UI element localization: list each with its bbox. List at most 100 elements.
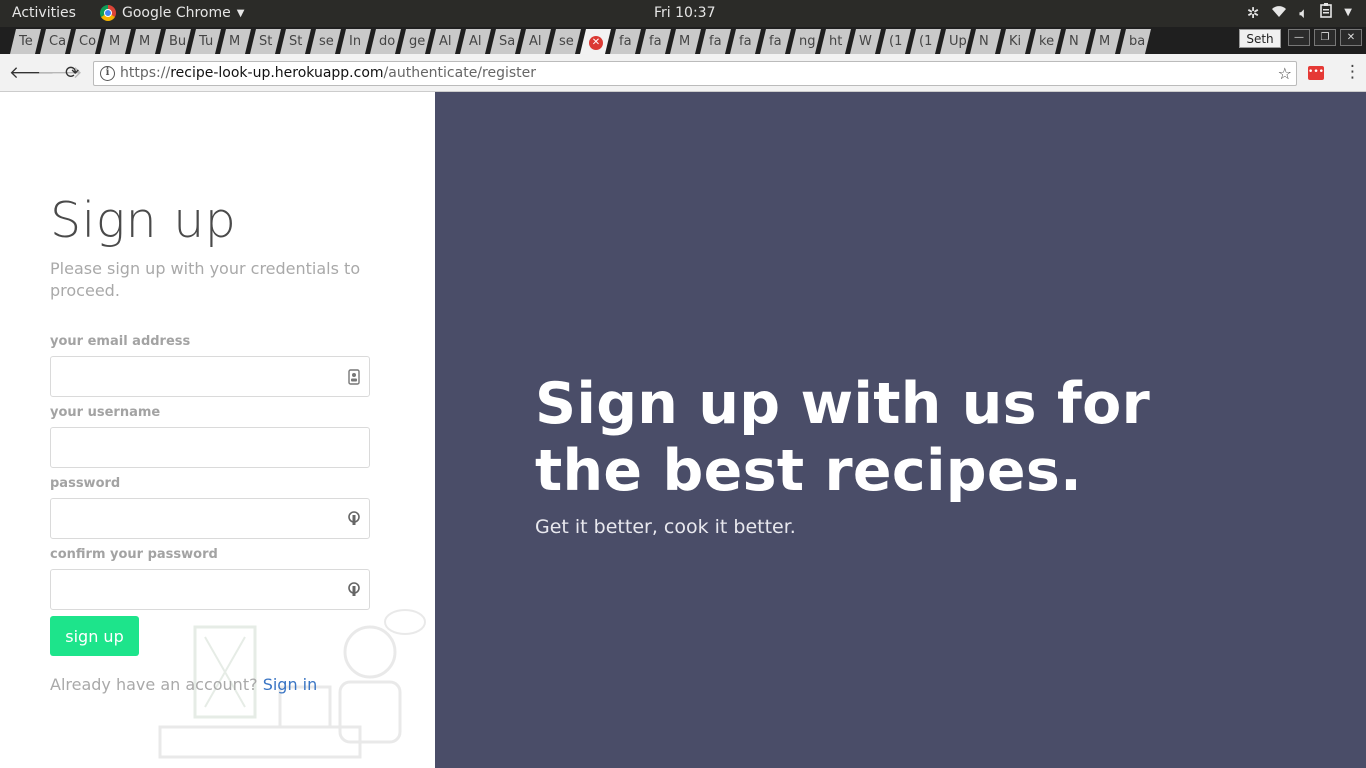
browser-tab[interactable]: Sa	[490, 29, 521, 54]
browser-tab[interactable]: fa	[700, 29, 731, 54]
browser-tab-label: N	[979, 34, 989, 49]
browser-tab[interactable]: M	[100, 29, 131, 54]
browser-tab[interactable]: Co	[70, 29, 101, 54]
browser-tab-label: fa	[619, 34, 632, 49]
browser-tab-label: ng	[799, 34, 816, 49]
browser-tab-label: Ca	[49, 34, 67, 49]
username-field[interactable]	[51, 428, 369, 467]
browser-tab[interactable]: se	[310, 29, 341, 54]
browser-tab[interactable]: Al	[460, 29, 491, 54]
browser-tab-label: M	[109, 34, 121, 49]
browser-tab[interactable]: fa	[640, 29, 671, 54]
browser-tab[interactable]: ge	[400, 29, 431, 54]
chrome-menu-icon[interactable]: ⋮	[1344, 62, 1361, 82]
browser-tab[interactable]: M	[1090, 29, 1121, 54]
browser-tab[interactable]: St	[250, 29, 281, 54]
browser-tab[interactable]: Up	[940, 29, 971, 54]
tab-list: Te Ca Co M M Bu Tu M St St se In do ge Al Al Sa Al se ✕ fa fa…	[10, 29, 1190, 54]
browser-tab-label: se	[559, 34, 574, 49]
url-path: /authenticate/register	[383, 65, 537, 81]
browser-tab[interactable]: ng	[790, 29, 821, 54]
browser-tab-label: In	[349, 34, 362, 49]
browser-tab[interactable]: M	[670, 29, 701, 54]
reload-icon[interactable]: ⟳	[65, 63, 79, 83]
profile-button[interactable]: Seth	[1239, 29, 1281, 48]
tab-active[interactable]: ✕	[580, 29, 611, 54]
browser-tab[interactable]: (1	[880, 29, 911, 54]
app-menu[interactable]: Google Chrome ▼	[100, 5, 244, 21]
browser-tab[interactable]: ht	[820, 29, 851, 54]
extension-icon[interactable]: •••	[1308, 66, 1324, 80]
confirm-password-field[interactable]	[51, 570, 369, 609]
password-field[interactable]	[51, 499, 369, 538]
browser-tab[interactable]: W	[850, 29, 881, 54]
sign-in-link[interactable]: Sign in	[263, 675, 318, 694]
system-top-bar: Activities Google Chrome ▼ Fri 10:37 ✲ 🔈…	[0, 0, 1366, 27]
page-subtitle: Please sign up with your credentials to …	[50, 259, 361, 300]
browser-tab[interactable]: (1	[910, 29, 941, 54]
browser-tab[interactable]: se	[550, 29, 581, 54]
browser-tab[interactable]: M	[220, 29, 251, 54]
browser-tab[interactable]: ke	[1030, 29, 1061, 54]
email-field-wrapper	[50, 356, 370, 397]
system-tray[interactable]: ✲ 🔈︎ ▼	[1247, 3, 1352, 22]
page-title: Sign up	[50, 192, 237, 249]
username-field-wrapper	[50, 427, 370, 468]
browser-tab[interactable]: Ca	[40, 29, 71, 54]
browser-tab-label: se	[319, 34, 334, 49]
browser-tab[interactable]: ba	[1120, 29, 1151, 54]
browser-tab-label: St	[289, 34, 303, 49]
browser-tab-label: Al	[529, 34, 542, 49]
browser-tab[interactable]: Al	[520, 29, 551, 54]
browser-tab-label: St	[259, 34, 273, 49]
sign-in-prompt: Already have an account? Sign in	[50, 675, 317, 694]
browser-tab-label: M	[1099, 34, 1111, 49]
browser-tab[interactable]: Tu	[190, 29, 221, 54]
browser-tab-label: (1	[919, 34, 933, 49]
browser-tab[interactable]: fa	[730, 29, 761, 54]
browser-tab[interactable]: N	[1060, 29, 1091, 54]
close-window-button[interactable]: ✕	[1340, 29, 1362, 46]
settings-gear-icon[interactable]: ✲	[1247, 4, 1260, 22]
browser-tab-label: fa	[769, 34, 782, 49]
browser-tab[interactable]: do	[370, 29, 401, 54]
email-field[interactable]	[51, 357, 369, 396]
system-menu-caret-icon[interactable]: ▼	[1344, 7, 1352, 18]
volume-icon[interactable]: 🔈︎	[1299, 4, 1308, 22]
wifi-icon[interactable]	[1271, 4, 1287, 22]
url-scheme: https://	[120, 65, 171, 81]
browser-tab[interactable]: St	[280, 29, 311, 54]
browser-tab[interactable]: fa	[760, 29, 791, 54]
browser-tab-label: (1	[889, 34, 903, 49]
browser-tab[interactable]: Al	[430, 29, 461, 54]
hero-tagline: Get it better, cook it better.	[535, 516, 796, 538]
address-bar[interactable]: i https://recipe-look-up.herokuapp.com/a…	[93, 61, 1297, 86]
url-text[interactable]: https://recipe-look-up.herokuapp.com/aut…	[120, 62, 536, 85]
restore-window-button[interactable]: ❐	[1314, 29, 1336, 46]
hero-heading-line-1: Sign up with us for	[535, 371, 1151, 437]
browser-tab-label: M	[229, 34, 241, 49]
password-field-wrapper	[50, 498, 370, 539]
browser-tab-label: ge	[409, 34, 426, 49]
browser-tab-label: ke	[1039, 34, 1055, 49]
minimize-window-button[interactable]: —	[1288, 29, 1310, 46]
clock[interactable]: Fri 10:37	[654, 5, 715, 21]
browser-tab[interactable]: Ki	[1000, 29, 1031, 54]
browser-tab[interactable]: Te	[10, 29, 41, 54]
browser-tab-label: ba	[1129, 34, 1146, 49]
sign-up-button[interactable]: sign up	[50, 616, 139, 656]
bookmark-star-icon[interactable]: ☆	[1278, 62, 1292, 85]
browser-tab-label: W	[859, 34, 872, 49]
browser-tab[interactable]: In	[340, 29, 371, 54]
sign-in-prompt-text: Already have an account?	[50, 675, 258, 694]
password-key-icon	[348, 511, 360, 525]
site-info-icon[interactable]: i	[100, 66, 115, 81]
error-icon: ✕	[589, 36, 603, 50]
browser-tab[interactable]: Bu	[160, 29, 191, 54]
browser-tab[interactable]: M	[130, 29, 161, 54]
browser-tab[interactable]: N	[970, 29, 1001, 54]
activities-button[interactable]: Activities	[12, 5, 76, 21]
browser-tab[interactable]: fa	[610, 29, 641, 54]
battery-clipboard-icon[interactable]	[1320, 3, 1333, 22]
browser-tab-label: M	[679, 34, 691, 49]
